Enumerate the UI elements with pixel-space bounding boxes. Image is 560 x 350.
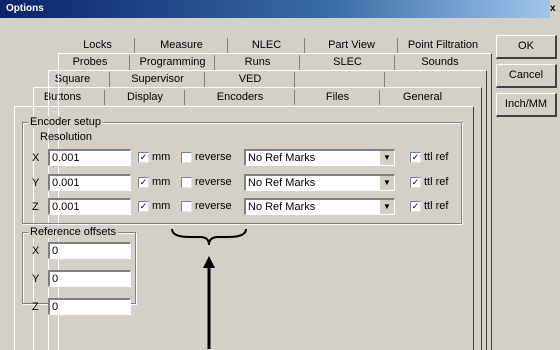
ref-marks-y-select[interactable]: No Ref Marks ▼	[244, 174, 395, 191]
mm-x-checkbox[interactable]: ✓	[138, 152, 149, 163]
offset-z-input[interactable]: 0	[48, 298, 131, 315]
ttl-y-checkbox[interactable]: ✓	[410, 177, 421, 188]
reverse-y-label: reverse	[195, 176, 232, 188]
mm-y-label: mm	[152, 176, 171, 188]
tab-measure[interactable]: Measure	[135, 37, 228, 54]
ok-button[interactable]: OK	[496, 35, 557, 59]
ref-marks-x-value: No Ref Marks	[248, 152, 316, 164]
chevron-down-icon[interactable]: ▼	[379, 176, 394, 190]
close-button[interactable]: x	[550, 0, 560, 18]
reverse-y-checkbox[interactable]	[181, 177, 192, 188]
resolution-label: Resolution	[40, 131, 92, 143]
resolution-z-input[interactable]: 0.001	[48, 198, 131, 215]
resolution-y-input[interactable]: 0.001	[48, 174, 131, 191]
mm-z-label: mm	[152, 200, 171, 212]
offset-x-input[interactable]: 0	[48, 242, 131, 259]
offset-z-label: Z	[32, 301, 39, 313]
ref-marks-z-select[interactable]: No Ref Marks ▼	[244, 198, 395, 215]
reverse-x-label: reverse	[195, 151, 232, 163]
ref-marks-x-select[interactable]: No Ref Marks ▼	[244, 149, 395, 166]
reference-offsets-title: Reference offsets	[28, 226, 119, 238]
ref-marks-z-value: No Ref Marks	[248, 201, 316, 213]
ttl-y-label: ttl ref	[424, 176, 449, 188]
tab-nlec[interactable]: NLEC	[228, 37, 305, 54]
window-title: Options	[6, 3, 44, 14]
offset-x-label: X	[32, 245, 40, 257]
mm-z-checkbox[interactable]: ✓	[138, 201, 149, 212]
ttl-z-checkbox[interactable]: ✓	[410, 201, 421, 212]
resolution-x-input[interactable]: 0.001	[48, 149, 131, 166]
ttl-z-label: ttl ref	[424, 200, 449, 212]
chevron-down-icon[interactable]: ▼	[379, 200, 394, 214]
reverse-z-checkbox[interactable]	[181, 201, 192, 212]
offset-y-label: Y	[32, 273, 40, 285]
axis-x-label: X	[32, 152, 40, 164]
axis-y-label: Y	[32, 177, 40, 189]
reverse-x-checkbox[interactable]	[181, 152, 192, 163]
mm-x-label: mm	[152, 151, 171, 163]
tab-part-view[interactable]: Part View	[305, 37, 398, 54]
tab-locks[interactable]: Locks	[60, 37, 135, 54]
encoder-setup-title: Encoder setup	[28, 116, 103, 128]
tab-point-filtration[interactable]: Point Filtration	[398, 37, 488, 54]
mm-y-checkbox[interactable]: ✓	[138, 177, 149, 188]
cancel-button[interactable]: Cancel	[496, 64, 557, 88]
ref-marks-y-value: No Ref Marks	[248, 177, 316, 189]
chevron-down-icon[interactable]: ▼	[379, 151, 394, 165]
inch-mm-button[interactable]: Inch/MM	[496, 93, 557, 117]
reverse-z-label: reverse	[195, 200, 232, 212]
offset-y-input[interactable]: 0	[48, 270, 131, 287]
title-bar: Options x	[0, 0, 560, 18]
ttl-x-label: ttl ref	[424, 151, 449, 163]
ttl-x-checkbox[interactable]: ✓	[410, 152, 421, 163]
axis-z-label: Z	[32, 201, 39, 213]
